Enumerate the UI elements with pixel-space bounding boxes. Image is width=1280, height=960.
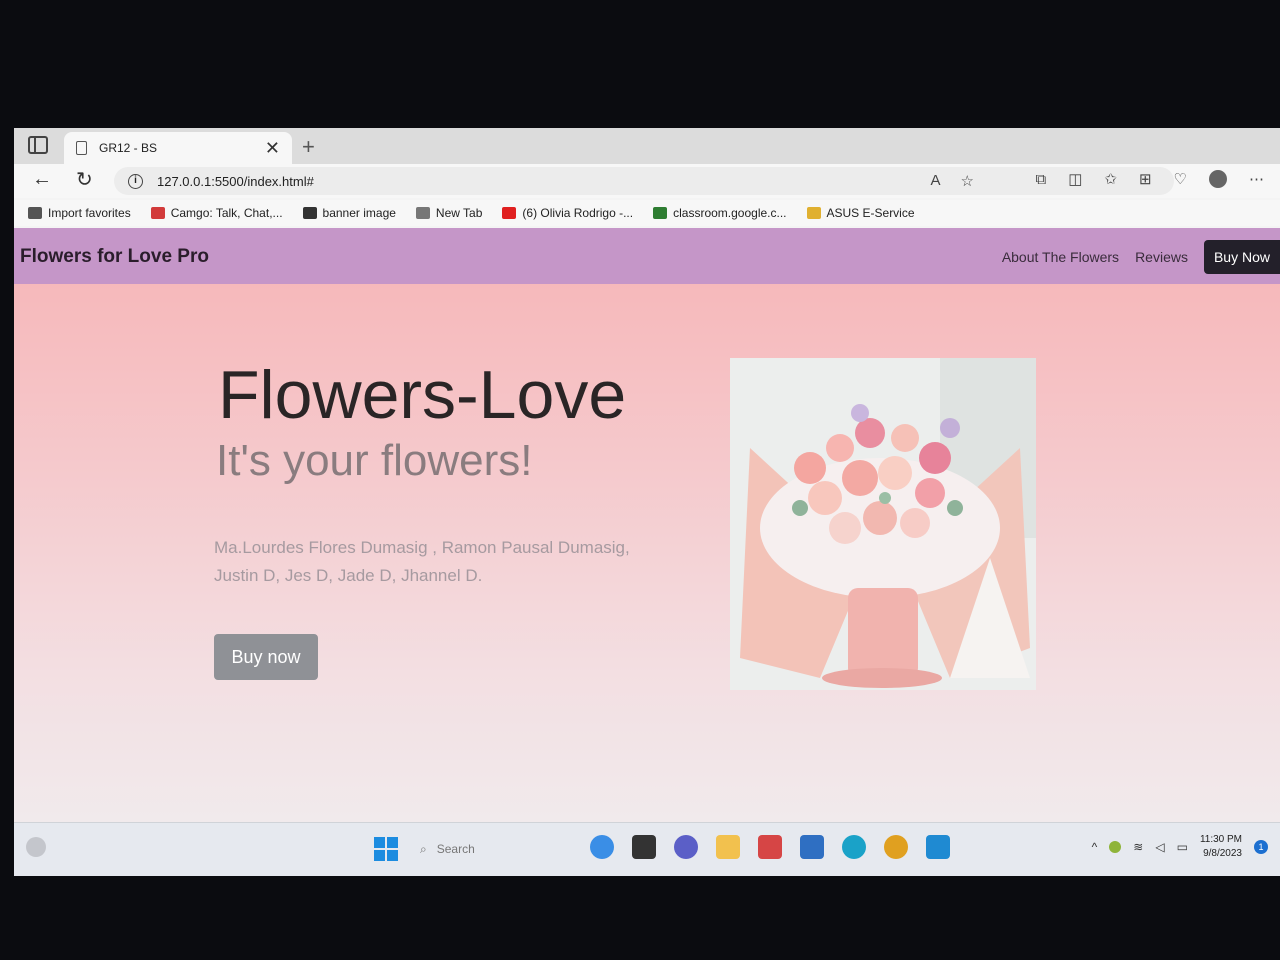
more-menu-icon[interactable]: ⋯ — [1249, 170, 1264, 188]
gift-app-icon[interactable] — [758, 835, 782, 859]
tab-actions-icon[interactable] — [28, 136, 48, 154]
close-tab-icon[interactable]: ✕ — [265, 138, 280, 159]
notification-badge[interactable]: 1 — [1254, 840, 1268, 854]
task-view-icon[interactable] — [632, 835, 656, 859]
start-button[interactable] — [374, 837, 398, 861]
nav-reviews-link[interactable]: Reviews — [1135, 249, 1188, 265]
bookmark-label: Import favorites — [48, 206, 131, 220]
tray-overflow-icon[interactable]: ^ — [1092, 840, 1098, 854]
battery-icon[interactable]: ▭ — [1177, 840, 1188, 854]
page-icon — [76, 141, 87, 155]
bookmark-label: banner image — [322, 206, 396, 220]
bookmark-label: (6) Olivia Rodrigo -... — [522, 206, 634, 220]
bookmark-icon — [415, 207, 430, 219]
nav-about-link[interactable]: About The Flowers — [1002, 249, 1119, 265]
bookmark-icon — [302, 207, 317, 219]
url-text: 127.0.0.1:5500/index.html# — [157, 173, 314, 189]
bookmark-item[interactable]: classroom.google.c... — [653, 206, 787, 220]
chrome-browser-icon[interactable] — [884, 835, 908, 859]
monitor-screen: GR12 - BS ✕ + ← ↻ i 127.0.0.1:5500/index… — [14, 128, 1280, 876]
bookmark-item[interactable]: ASUS E-Service — [806, 206, 915, 220]
bookmark-label: New Tab — [435, 206, 483, 220]
reload-button[interactable]: ↻ — [76, 167, 93, 192]
chat-app-icon[interactable] — [674, 835, 698, 859]
hero-names: Ma.Lourdes Flores Dumasig , Ramon Pausal… — [214, 538, 630, 585]
bookmark-label: classroom.google.c... — [673, 206, 787, 220]
search-placeholder: Search — [436, 842, 475, 856]
bouquet-image — [730, 358, 1036, 690]
bookmark-icon — [28, 207, 42, 219]
site-info-icon[interactable]: i — [128, 173, 143, 189]
search-icon: ⌕ — [420, 841, 427, 856]
extensions-icon[interactable]: ⧉ — [1035, 171, 1046, 188]
new-tab-button[interactable]: + — [302, 134, 315, 160]
hero-title: Flowers-Love — [218, 357, 627, 433]
windows-taskbar: ⌕ Search ^ ≋ ◁ ▭ 11:30 PM 9/8/2023 1 — [14, 822, 1280, 876]
system-clock[interactable]: 11:30 PM 9/8/2023 — [1200, 833, 1242, 861]
weather-widget-icon[interactable] — [26, 837, 46, 857]
bookmark-icon — [653, 207, 668, 219]
back-button[interactable]: ← — [32, 168, 52, 191]
favorite-star-icon[interactable]: ☆ — [961, 172, 974, 190]
edge-browser-icon[interactable] — [842, 835, 866, 859]
profile-icon[interactable] — [1209, 170, 1227, 188]
bookmark-item[interactable]: New Tab — [415, 206, 483, 220]
bookmark-item[interactable]: Import favorites — [28, 206, 131, 220]
bing-app-icon[interactable] — [590, 835, 614, 859]
hero-subtitle: It's your flowers! — [216, 436, 533, 485]
address-row: ← ↻ i 127.0.0.1:5500/index.html# A ☆ ⧉ ◫… — [14, 164, 1280, 198]
site-brand[interactable]: Flowers for Love Pro — [20, 246, 209, 268]
site-navbar: Flowers for Love Pro About The Flowers R… — [14, 228, 1280, 284]
bookmark-item[interactable]: banner image — [302, 206, 396, 220]
nav-buy-now-button[interactable]: Buy Now — [1203, 240, 1280, 274]
split-screen-icon[interactable]: ◫ — [1068, 170, 1082, 188]
web-page: Flowers for Love Pro About The Flowers R… — [14, 228, 1280, 822]
clock-date: 9/8/2023 — [1203, 848, 1242, 859]
bookmark-icon — [150, 207, 165, 219]
bookmark-item[interactable]: Camgo: Talk, Chat,... — [150, 206, 283, 220]
volume-icon[interactable]: ◁ — [1155, 840, 1164, 854]
address-bar[interactable]: i 127.0.0.1:5500/index.html# A ☆ — [114, 167, 1174, 195]
taskbar-search[interactable]: ⌕ Search — [414, 835, 574, 863]
bookmark-label: ASUS E-Service — [826, 206, 915, 220]
browser-tab[interactable]: GR12 - BS ✕ — [64, 132, 292, 164]
collections-icon[interactable]: ⊞ — [1139, 170, 1152, 188]
hero-buy-now-button[interactable]: Buy now — [214, 634, 318, 680]
read-aloud-icon[interactable]: A — [931, 172, 941, 190]
tab-strip: GR12 - BS ✕ + — [14, 128, 1280, 164]
vscode-app-icon[interactable] — [926, 835, 950, 859]
bookmark-label: Camgo: Talk, Chat,... — [170, 206, 283, 220]
file-explorer-icon[interactable] — [716, 835, 740, 859]
mail-app-icon[interactable] — [800, 835, 824, 859]
favorites-icon[interactable]: ✩ — [1104, 170, 1117, 188]
tray-app-icon[interactable] — [1109, 841, 1122, 853]
wifi-icon[interactable]: ≋ — [1133, 840, 1143, 854]
performance-icon[interactable]: ♡ — [1174, 170, 1187, 188]
bookmark-item[interactable]: (6) Olivia Rodrigo -... — [502, 206, 633, 220]
clock-time: 11:30 PM — [1199, 834, 1242, 845]
bookmark-icon — [806, 207, 821, 219]
tab-title: GR12 - BS — [99, 141, 158, 155]
bookmarks-bar: Import favorites Camgo: Talk, Chat,... b… — [14, 200, 1280, 226]
bookmark-icon — [502, 207, 517, 219]
